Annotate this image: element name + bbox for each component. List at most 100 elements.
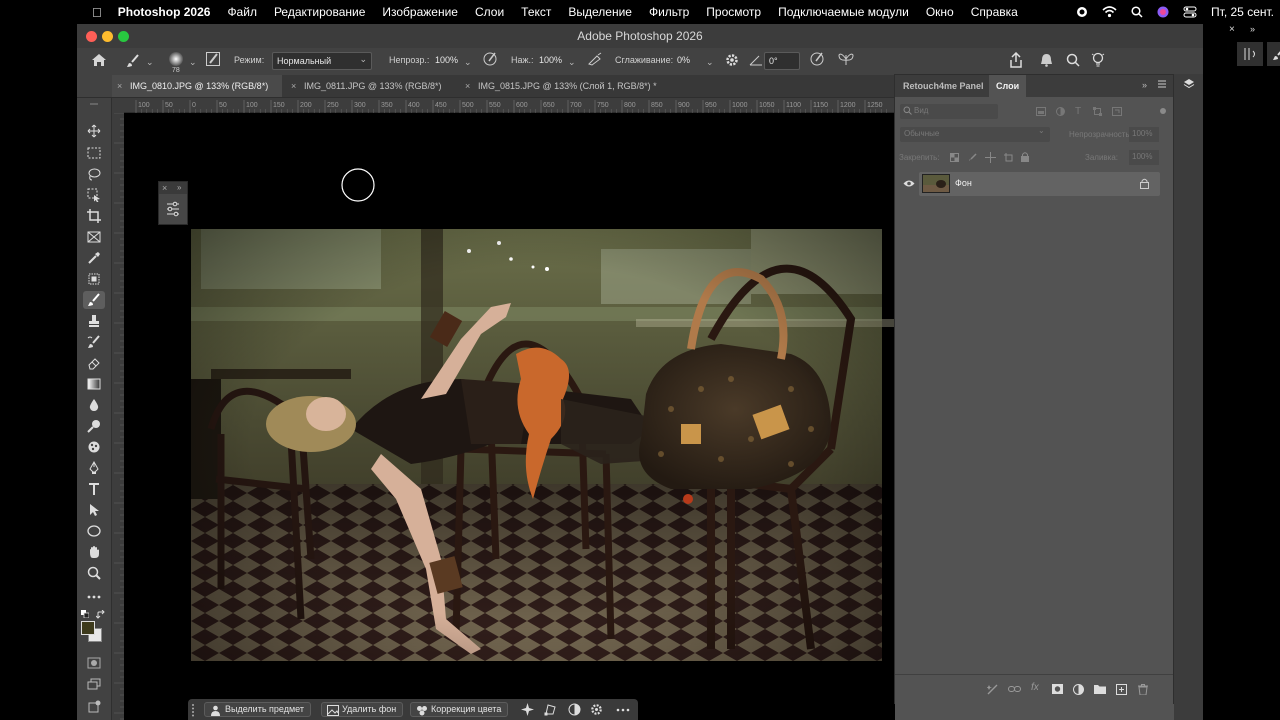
chevron-down-icon[interactable]: ⌄ [706, 57, 714, 68]
select-subject-button[interactable]: Выделить предмет [204, 702, 311, 717]
control-center-icon[interactable] [1183, 6, 1197, 18]
clone-stamp-tool-icon[interactable] [83, 312, 105, 330]
color-replacement-tool-icon[interactable] [83, 438, 105, 456]
search-icon[interactable] [1066, 53, 1080, 67]
minimize-window-button[interactable] [102, 31, 113, 42]
menu-edit[interactable]: Редактирование [274, 5, 365, 19]
layer-row-background[interactable]: Фон [919, 172, 1160, 196]
close-window-button[interactable] [86, 31, 97, 42]
blend-mode-select[interactable]: Обычные ⌄ [900, 126, 1050, 142]
brush-angle-icon[interactable] [749, 54, 763, 66]
eyedropper-tool-icon[interactable] [83, 249, 105, 267]
vertical-ruler[interactable] [112, 113, 124, 720]
symmetry-butterfly-icon[interactable] [838, 52, 854, 66]
quick-mask-icon[interactable] [83, 654, 105, 672]
document-tab-img-0811[interactable]: × IMG_0811.JPG @ 133% (RGB/8*) [286, 75, 456, 97]
new-group-folder-icon[interactable] [1094, 684, 1106, 694]
chevron-down-icon[interactable]: ⌄ [146, 57, 154, 68]
siri-icon[interactable] [1157, 6, 1169, 18]
spot-healing-tool-icon[interactable] [83, 270, 105, 288]
object-selection-tool-icon[interactable] [83, 186, 105, 204]
filter-toggle[interactable] [1160, 108, 1166, 114]
filter-pixel-icon[interactable] [1036, 107, 1046, 116]
more-options-icon[interactable] [616, 708, 630, 712]
chevron-down-icon[interactable]: ⌄ [568, 57, 576, 68]
lasso-tool-icon[interactable] [83, 165, 105, 183]
menu-layers[interactable]: Слои [475, 5, 504, 19]
airbrush-icon[interactable] [587, 52, 603, 66]
close-tab-icon[interactable]: × [117, 75, 122, 97]
flow-field[interactable]: 100% [535, 52, 565, 70]
settings-gear-icon[interactable] [590, 703, 604, 716]
menu-select[interactable]: Выделение [568, 5, 632, 19]
move-tool-icon[interactable] [83, 122, 105, 140]
dodge-tool-icon[interactable] [83, 417, 105, 435]
menu-image[interactable]: Изображение [382, 5, 458, 19]
record-icon[interactable] [1076, 6, 1088, 18]
notifications-bell-icon[interactable] [1040, 53, 1053, 67]
mask-circle-icon[interactable] [568, 703, 581, 716]
share-icon[interactable] [1009, 52, 1023, 68]
smoothing-settings-gear-icon[interactable] [725, 53, 739, 67]
layer-fill-field[interactable]: 100% [1129, 150, 1159, 165]
delete-layer-trash-icon[interactable] [1138, 684, 1148, 695]
panel-menu-icon[interactable] [1157, 79, 1167, 89]
ellipse-tool-icon[interactable] [83, 522, 105, 540]
close-icon[interactable]: × [1229, 24, 1235, 35]
frame-tool-icon[interactable] [83, 228, 105, 246]
lock-all-icon[interactable] [1021, 152, 1029, 162]
adjustment-layer-icon[interactable] [1073, 684, 1084, 695]
menu-type[interactable]: Текст [521, 5, 551, 19]
more-tools-icon[interactable] [83, 588, 105, 606]
document-tab-img-0810[interactable]: × IMG_0810.JPG @ 133% (RGB/8*) [112, 75, 282, 97]
transform-selection-icon[interactable] [544, 703, 557, 716]
tab-layers[interactable]: Слои [989, 75, 1027, 97]
sparkle-brush-icon[interactable] [987, 684, 998, 695]
brush-tool-preset-icon[interactable] [126, 54, 140, 68]
layer-opacity-field[interactable]: 100% [1129, 127, 1159, 142]
pressure-size-icon[interactable] [810, 52, 826, 66]
smoothing-field[interactable]: 0% [673, 52, 703, 70]
layer-style-fx-icon[interactable]: fx [1031, 682, 1039, 693]
marquee-tool-icon[interactable] [83, 144, 105, 162]
lock-artboard-icon[interactable] [1004, 153, 1014, 162]
add-mask-icon[interactable] [1052, 684, 1063, 694]
blur-tool-icon[interactable] [83, 396, 105, 414]
menu-plugins[interactable]: Подключаемые модули [778, 5, 909, 19]
link-layers-icon[interactable] [1008, 684, 1021, 694]
type-tool-icon[interactable] [83, 480, 105, 498]
color-correction-button[interactable]: Коррекция цвета [410, 702, 509, 717]
close-tab-icon[interactable]: × [291, 75, 296, 97]
wifi-icon[interactable] [1102, 6, 1117, 18]
screen-mode-icon[interactable] [83, 675, 105, 693]
brush-settings-panel-icon[interactable] [206, 52, 220, 66]
toolbar-collapse-icon[interactable] [83, 100, 105, 108]
lock-transparent-icon[interactable] [950, 153, 959, 162]
menu-file[interactable]: Файл [227, 5, 257, 19]
lock-image-brush-icon[interactable] [968, 153, 977, 162]
collapse-panel-icon[interactable]: » [177, 183, 181, 192]
layer-visibility-eye-icon[interactable] [903, 179, 915, 188]
menubar-clock[interactable]: Пт, 25 сент. [1211, 5, 1274, 19]
history-brush-tool-icon[interactable] [83, 333, 105, 351]
menu-view[interactable]: Просмотр [706, 5, 761, 19]
menu-filter[interactable]: Фильтр [649, 5, 689, 19]
remove-background-button[interactable]: Удалить фон [321, 702, 404, 717]
default-colors-icon[interactable] [81, 610, 89, 618]
drag-handle-icon[interactable] [191, 703, 195, 717]
layer-filter-search[interactable]: Вид [900, 104, 998, 119]
apple-icon[interactable]:  [92, 5, 102, 20]
edit-toolbar-icon[interactable] [83, 698, 105, 716]
collapse-panel-icon[interactable]: » [1142, 80, 1147, 90]
document-tab-img-0815[interactable]: × IMG_0815.JPG @ 133% (Слой 1, RGB/8*) * [460, 75, 690, 97]
mode-select[interactable]: Нормальный ⌄ [272, 52, 372, 70]
foreground-color-swatch[interactable] [81, 621, 95, 635]
history-panel-button[interactable] [1237, 42, 1263, 66]
home-icon[interactable] [91, 53, 107, 67]
chevron-down-icon[interactable]: ⌄ [189, 57, 197, 68]
zoom-tool-icon[interactable] [83, 564, 105, 582]
hand-tool-icon[interactable] [83, 543, 105, 561]
filter-type-icon[interactable]: T [1075, 106, 1081, 117]
crop-tool-icon[interactable] [83, 207, 105, 225]
zoom-window-button[interactable] [118, 31, 129, 42]
